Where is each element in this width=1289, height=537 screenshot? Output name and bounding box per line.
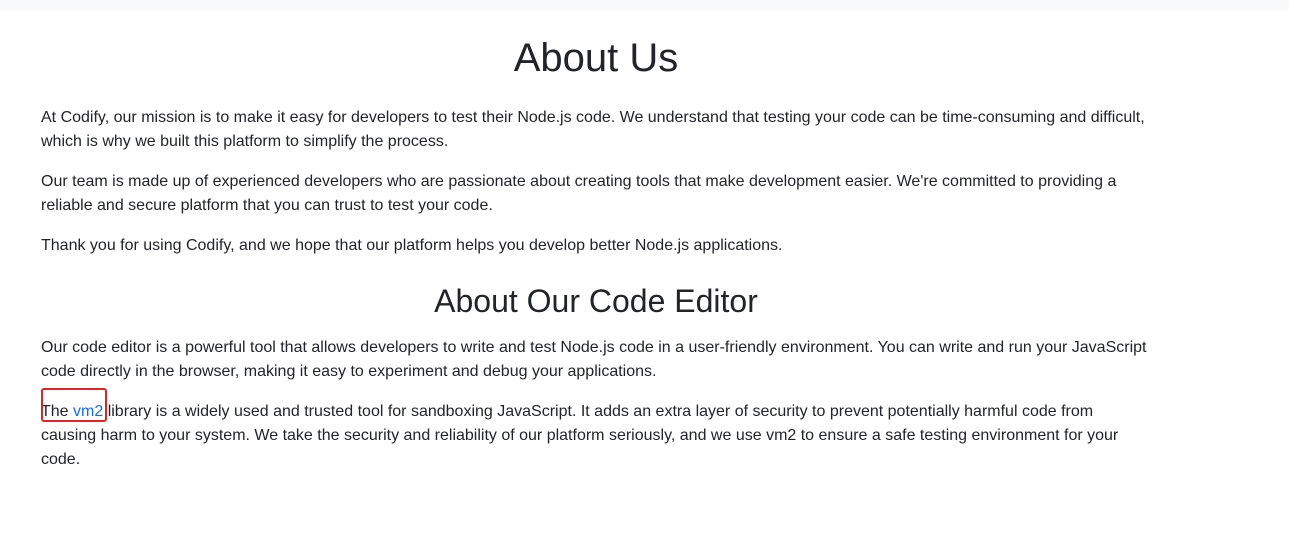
vm2-prefix-text: The (41, 403, 74, 420)
about-paragraph-team: Our team is made up of experienced devel… (41, 173, 1117, 214)
vm2-paragraph: The vm2 library is a widely used and tru… (41, 400, 1151, 472)
section-title-code-editor: About Our Code Editor (434, 283, 758, 319)
about-paragraph-thanks: Thank you for using Codify, and we hope … (41, 237, 783, 254)
vm2-link[interactable]: vm2 (73, 403, 103, 420)
vm2-suffix-text: library is a widely used and trusted too… (41, 403, 1119, 468)
editor-paragraph: Our code editor is a powerful tool that … (41, 339, 1147, 380)
top-navbar-strip (0, 0, 1289, 10)
page-title: About Us (513, 36, 679, 80)
about-paragraph-mission: At Codify, our mission is to make it eas… (41, 109, 1145, 150)
